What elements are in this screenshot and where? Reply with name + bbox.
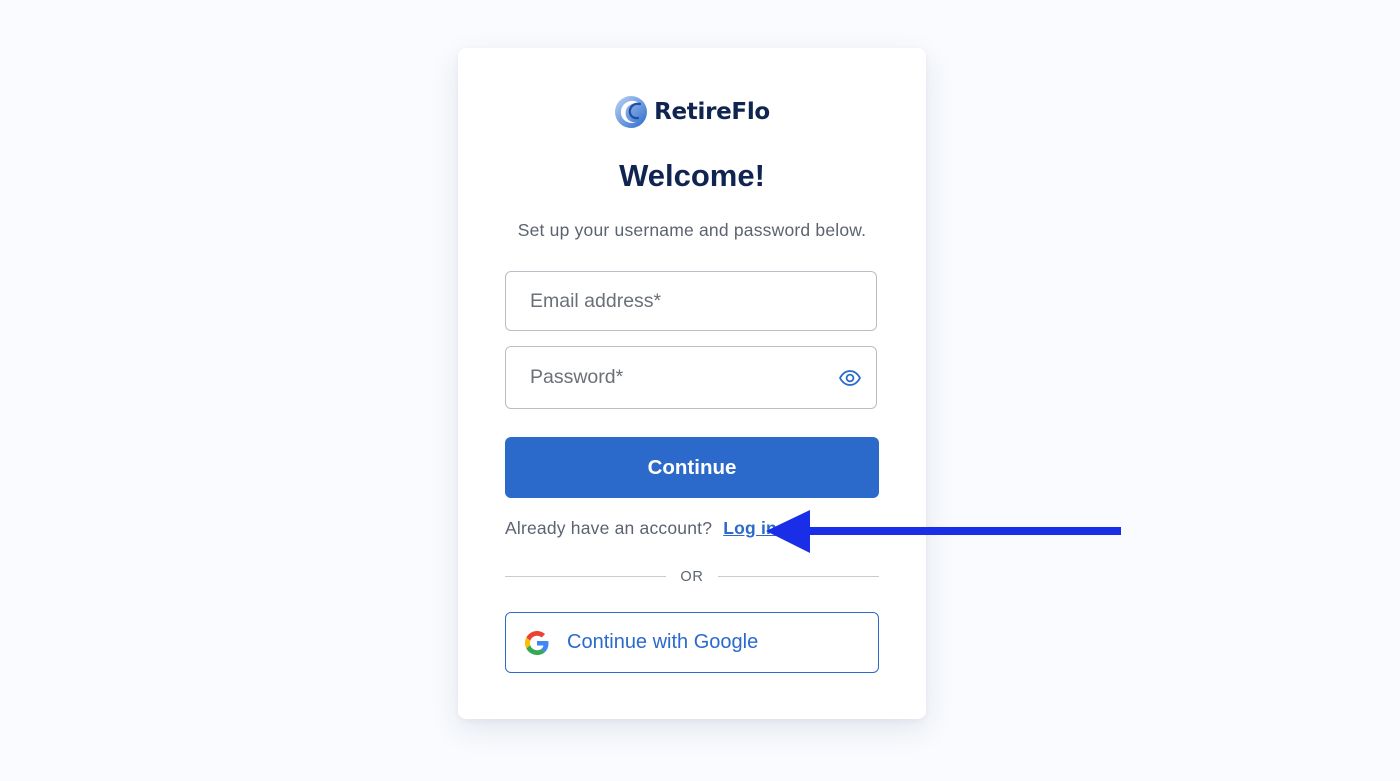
password-input[interactable]: [530, 347, 830, 408]
google-button-label: Continue with Google: [567, 631, 759, 653]
divider-line-right: [718, 576, 879, 577]
or-divider: OR: [505, 567, 879, 587]
email-field[interactable]: [505, 271, 877, 331]
brand-logo: RetireFlo: [458, 94, 926, 130]
divider-label: OR: [680, 569, 704, 585]
brand-name: RetireFlo: [654, 99, 770, 125]
email-input[interactable]: [530, 272, 830, 330]
login-prompt: Already have an account? Log in: [505, 518, 777, 539]
google-icon: [525, 631, 549, 655]
wave-logo-icon: [615, 96, 648, 128]
continue-button[interactable]: Continue: [505, 437, 879, 498]
eye-icon[interactable]: [838, 366, 862, 390]
google-signin-button[interactable]: Continue with Google: [505, 612, 879, 673]
page-title: Welcome!: [619, 158, 765, 193]
password-field[interactable]: [505, 346, 877, 409]
page-subtitle: Set up your username and password below.: [517, 220, 867, 240]
signup-card: RetireFlo Welcome! Set up your username …: [458, 48, 926, 719]
arrow-left-icon: [766, 510, 1121, 553]
login-prompt-text: Already have an account?: [505, 518, 713, 538]
